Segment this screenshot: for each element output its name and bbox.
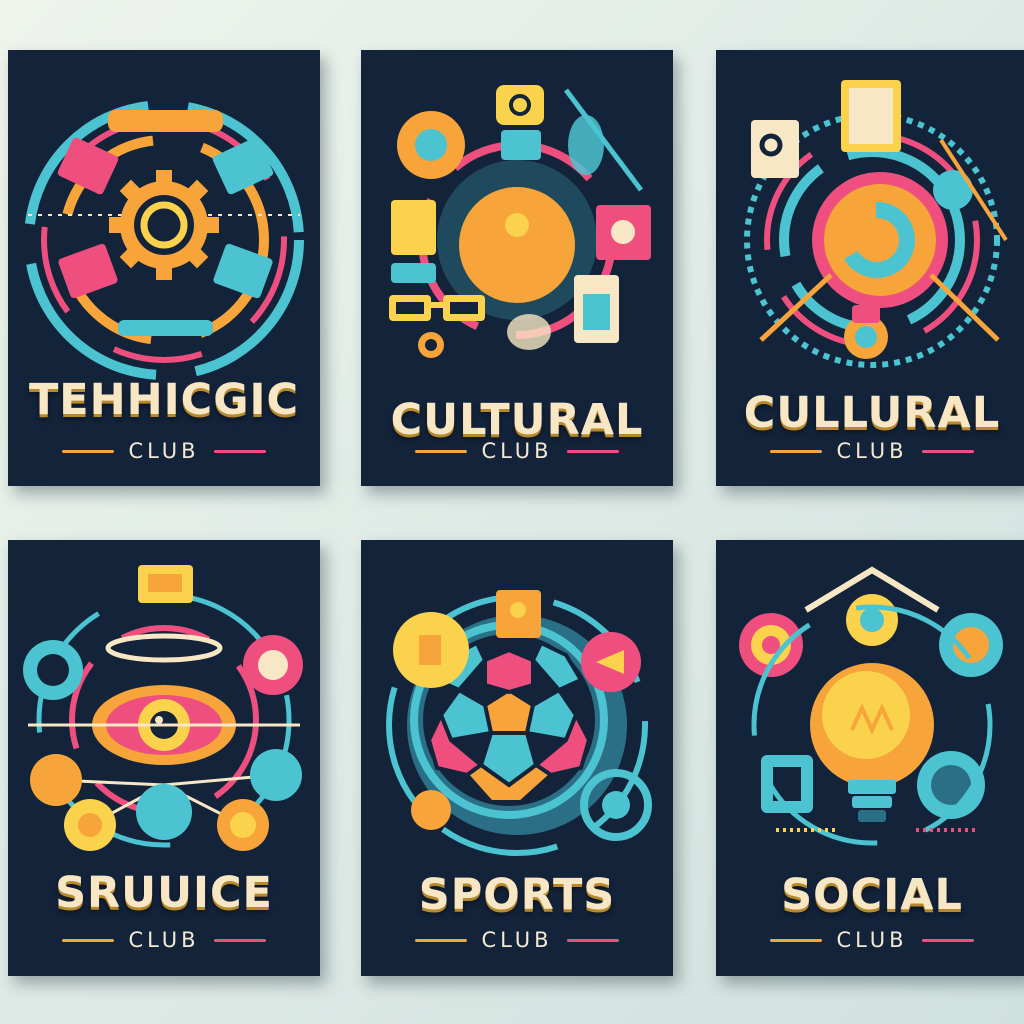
lightbulb-icon — [810, 663, 934, 822]
cultural-club-artwork — [389, 85, 651, 358]
poster-sports-club: SPORTS CLUB — [361, 540, 673, 976]
cullural-club-artwork — [744, 80, 1008, 368]
poster-title: SOCIAL — [781, 870, 963, 920]
social-club-artwork — [739, 566, 1003, 846]
divider — [770, 938, 823, 942]
divider — [921, 449, 974, 453]
poster-subtitle: CLUB — [128, 439, 200, 463]
poster-social-club: SOCIAL CLUB — [716, 540, 1024, 976]
poster-cullural-club: CULLURAL CLUB — [716, 50, 1024, 486]
divider — [566, 938, 619, 942]
club-subtitle-row: CLUB — [8, 925, 320, 955]
poster-title: SRUUICE — [55, 868, 273, 918]
gear-icon — [397, 111, 465, 179]
sruuice-club-artwork — [23, 565, 303, 851]
divider — [62, 449, 115, 453]
poster-sruuice-club: SRUUICE CLUB — [8, 540, 320, 976]
divider — [770, 449, 823, 453]
glasses-icon — [389, 295, 485, 321]
divider — [566, 449, 619, 453]
divider — [415, 938, 468, 942]
divider — [62, 938, 115, 942]
divider — [213, 449, 266, 453]
club-subtitle-row: CLUB — [716, 436, 1024, 466]
poster-title: SPORTS — [418, 870, 616, 920]
divider — [921, 938, 974, 942]
sports-club-artwork — [386, 590, 652, 856]
poster-subtitle: CLUB — [128, 928, 200, 952]
poster-title: CULLURAL — [743, 388, 1001, 438]
poster-subtitle: CLUB — [836, 439, 908, 463]
poster-cultural-club: CULTURAL CLUB — [361, 50, 673, 486]
poster-subtitle: CLUB — [481, 439, 553, 463]
technical-club-artwork — [24, 100, 304, 380]
poster-technical-club: TEHHICGIC CLUB — [8, 50, 320, 486]
club-subtitle-row: CLUB — [361, 436, 673, 466]
divider — [213, 938, 266, 942]
club-subtitle-row: CLUB — [8, 436, 320, 466]
gear-icon — [109, 170, 219, 280]
poster-subtitle: CLUB — [836, 928, 908, 952]
club-subtitle-row: CLUB — [361, 925, 673, 955]
club-subtitle-row: CLUB — [716, 925, 1024, 955]
poster-title: TEHHICGIC — [28, 375, 300, 425]
poster-subtitle: CLUB — [481, 928, 553, 952]
divider — [415, 449, 468, 453]
